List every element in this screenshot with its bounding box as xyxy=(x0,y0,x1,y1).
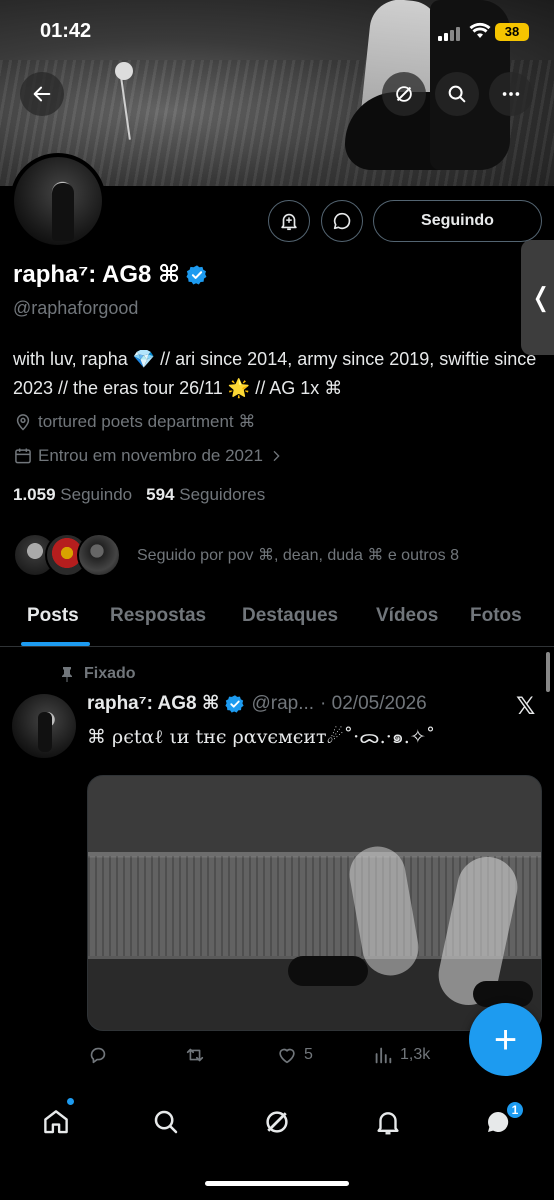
views-button[interactable]: 1,3k xyxy=(372,1044,430,1066)
followers-label: Seguidores xyxy=(179,485,266,504)
home-indicator[interactable] xyxy=(205,1181,349,1186)
battery-indicator: 38 xyxy=(495,23,529,41)
profile-tabs: Posts Respostas Destaques Vídeos Fotos xyxy=(0,595,554,647)
chevron-right-icon xyxy=(273,450,280,462)
like-icon xyxy=(279,1048,295,1064)
back-arrow-icon xyxy=(33,86,51,102)
home-icon xyxy=(44,1110,68,1134)
side-panel-handle[interactable]: ❬ xyxy=(521,240,554,355)
tab-videos[interactable]: Vídeos xyxy=(376,605,438,627)
compose-icon: + xyxy=(493,1017,518,1062)
grok-icon xyxy=(266,1111,288,1133)
views-icon xyxy=(375,1047,392,1064)
nav-notifications[interactable] xyxy=(371,1105,405,1139)
messages-badge: 1 xyxy=(505,1100,525,1120)
post-author-name[interactable]: rapha⁷: AG8 ⌘ xyxy=(87,692,219,715)
search-icon xyxy=(448,85,466,103)
post-date[interactable]: · 02/05/2026 xyxy=(320,693,427,715)
avatar-figure xyxy=(52,183,74,241)
profile-joined[interactable]: Entrou em novembro de 2021 xyxy=(13,446,284,466)
message-button[interactable] xyxy=(321,200,363,242)
following-count-link[interactable]: 1.059 Seguindo xyxy=(13,485,132,505)
pinned-label: Fixado xyxy=(60,665,136,683)
view-count: 1,3k xyxy=(400,1046,431,1063)
compose-post-button[interactable]: + xyxy=(469,1003,542,1076)
cellular-signal-icon xyxy=(438,27,462,41)
nav-search[interactable] xyxy=(149,1105,183,1139)
profile-handle: @raphaforgood xyxy=(13,298,139,318)
post-media-image[interactable] xyxy=(87,775,542,1031)
status-time: 01:42 xyxy=(40,20,92,42)
status-bar: 01:42 38 xyxy=(0,0,554,60)
reply-icon xyxy=(90,1047,106,1064)
wifi-icon xyxy=(469,22,491,45)
nav-grok[interactable] xyxy=(260,1105,294,1139)
followers-count-link[interactable]: 594 Seguidores xyxy=(146,485,265,505)
followers-count: 594 xyxy=(146,485,175,504)
message-icon xyxy=(333,212,351,230)
profile-name: rapha⁷: AG8 ⌘ xyxy=(13,260,208,289)
profile-bio: with luv, rapha 💎 // ari since 2014, arm… xyxy=(13,349,537,398)
follower-avatar xyxy=(77,533,121,577)
reply-button[interactable] xyxy=(87,1044,109,1066)
notification-bell-icon xyxy=(281,213,297,231)
follow-counts: 1.059 Seguindo 594 Seguidores xyxy=(13,485,265,505)
banner-flower xyxy=(115,62,133,80)
active-tab-indicator xyxy=(21,642,90,646)
post-author-handle[interactable]: @rap... xyxy=(251,693,314,715)
profile-location: tortured poets department ⌘ xyxy=(13,412,255,432)
pin-icon xyxy=(62,667,72,682)
home-unread-dot xyxy=(67,1098,74,1105)
grok-button[interactable] xyxy=(382,72,426,116)
verified-badge-icon[interactable] xyxy=(186,264,208,286)
pinned-text: Fixado xyxy=(84,665,136,682)
profile-avatar[interactable] xyxy=(10,153,106,249)
followed-by-text: Seguido por pov ⌘, dean, duda ⌘ e outros… xyxy=(137,547,459,564)
scrollbar[interactable] xyxy=(546,652,550,692)
like-button[interactable]: 5 xyxy=(276,1044,313,1066)
profile-name-text: rapha⁷: AG8 ⌘ xyxy=(13,261,181,288)
location-icon xyxy=(16,414,30,431)
more-icon xyxy=(502,92,520,96)
like-count: 5 xyxy=(304,1046,313,1063)
repost-button[interactable] xyxy=(184,1044,206,1066)
repost-icon xyxy=(186,1048,204,1062)
following-button[interactable]: Seguindo xyxy=(373,200,542,242)
following-label: Seguindo xyxy=(60,485,133,504)
followed-by-row[interactable]: Seguido por pov ⌘, dean, duda ⌘ e outros… xyxy=(13,532,459,578)
calendar-icon xyxy=(15,448,31,464)
tab-photos[interactable]: Fotos xyxy=(470,605,522,627)
x-logo-icon: 𝕏 xyxy=(516,692,536,720)
media-shoe xyxy=(288,956,368,986)
more-options-button[interactable] xyxy=(489,72,533,116)
verified-badge-icon xyxy=(225,694,245,713)
chevron-left-icon: ❬ xyxy=(530,282,552,312)
search-icon xyxy=(154,1110,178,1134)
tab-highlights[interactable]: Destaques xyxy=(242,605,338,627)
following-count: 1.059 xyxy=(13,485,56,504)
notifications-toggle-button[interactable] xyxy=(268,200,310,242)
back-button[interactable] xyxy=(20,72,64,116)
post-header: rapha⁷: AG8 ⌘ @rap... · 02/05/2026 xyxy=(87,692,427,715)
joined-text: Entrou em novembro de 2021 xyxy=(38,446,263,465)
location-text: tortured poets department ⌘ xyxy=(38,412,256,431)
avatar-figure xyxy=(38,712,52,752)
notification-bell-icon xyxy=(377,1112,399,1135)
search-button[interactable] xyxy=(435,72,479,116)
tab-replies[interactable]: Respostas xyxy=(110,605,206,627)
nav-home[interactable] xyxy=(39,1105,73,1139)
post-author-avatar[interactable] xyxy=(12,694,76,758)
tab-posts[interactable]: Posts xyxy=(27,605,79,627)
post-text: ⌘ ρєtαℓ ιи tнє ραvємєит☄︎˚·ᯅ.·๑.✧˚ xyxy=(87,726,436,748)
grok-icon xyxy=(396,86,412,102)
